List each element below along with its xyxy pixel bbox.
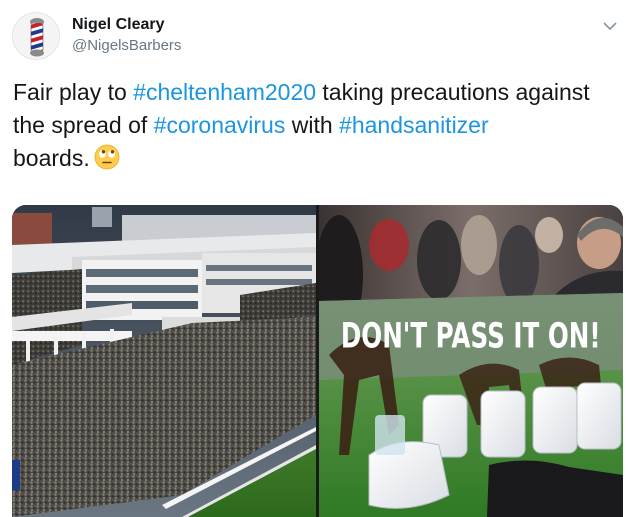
racecourse-grandstand-crowd-photo[interactable]	[12, 205, 316, 517]
hashtag-link-coronavirus[interactable]: #coronavirus	[154, 112, 286, 138]
tweet-text: Fair play to #cheltenham2020 taking prec…	[13, 76, 623, 179]
tweet-text-part: with	[285, 112, 340, 138]
author-display-name[interactable]: Nigel Cleary	[72, 16, 164, 34]
chevron-down-icon	[603, 22, 617, 30]
board-slogan: DON'T PASS IT ON!	[341, 317, 601, 357]
tweet-card: Nigel Cleary @NigelsBarbers Fair play to…	[0, 0, 634, 517]
avatar[interactable]	[12, 12, 60, 60]
tweet-text-part: Fair play to	[13, 79, 134, 105]
hashtag-link-cheltenham2020[interactable]: #cheltenham2020	[133, 79, 316, 105]
media-grid: DON'T PASS IT ON!	[12, 205, 623, 517]
hashtag-link-handsanitizer[interactable]: #handsanitizer	[339, 112, 489, 138]
author-handle[interactable]: @NigelsBarbers	[72, 37, 181, 54]
face-with-rolling-eyes-icon	[94, 144, 120, 179]
barber-pole-icon	[13, 13, 59, 59]
hand-sanitizer-board-photo[interactable]: DON'T PASS IT ON!	[319, 205, 623, 517]
tweet-text-part: boards.	[13, 145, 90, 171]
more-options-button[interactable]	[600, 16, 620, 36]
